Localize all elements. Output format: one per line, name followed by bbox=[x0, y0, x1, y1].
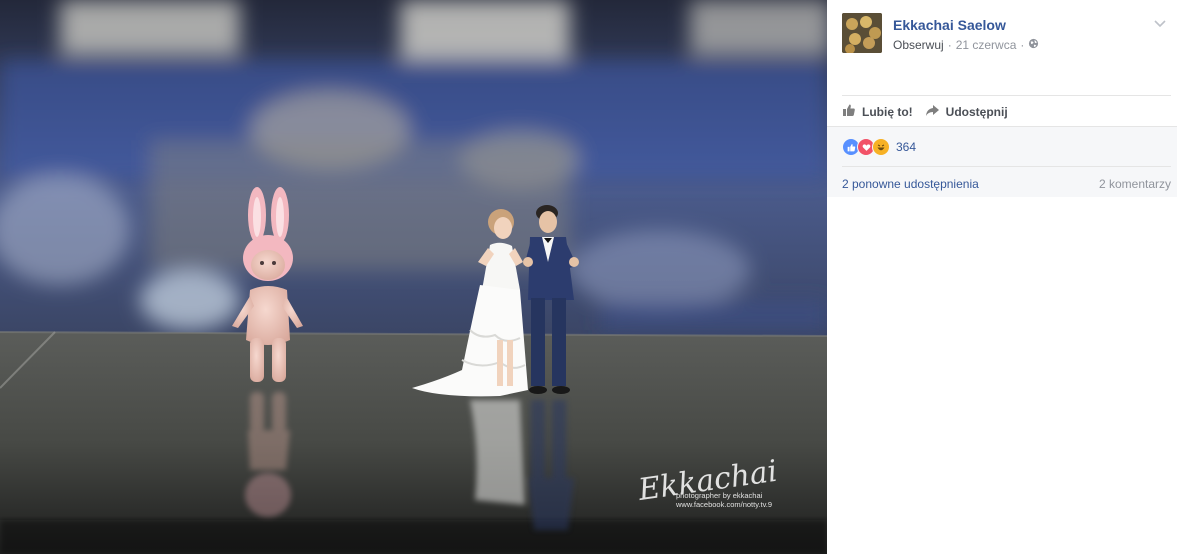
follow-link[interactable]: Obserwuj bbox=[893, 38, 944, 52]
comments-link[interactable]: 2 komentarzy bbox=[1099, 177, 1171, 191]
like-button[interactable]: Lubię to! bbox=[842, 103, 913, 120]
feedback-divider bbox=[842, 166, 1171, 167]
svg-text:photographer by ekkachai: photographer by ekkachai bbox=[676, 491, 763, 500]
thumbs-up-icon bbox=[842, 103, 856, 120]
post-photo[interactable]: Ekkachai photographer by ekkachai www.fa… bbox=[0, 0, 827, 554]
post-side-panel: Ekkachai Saelow Obserwuj · 21 czerwca · … bbox=[827, 0, 1177, 554]
meta-separator: · bbox=[1020, 38, 1025, 52]
post-meta: Obserwuj · 21 czerwca · bbox=[893, 38, 1039, 52]
globe-icon[interactable] bbox=[1028, 38, 1039, 52]
author-avatar[interactable] bbox=[842, 13, 882, 53]
share-label: Udostępnij bbox=[945, 104, 1008, 119]
like-label: Lubię to! bbox=[862, 104, 913, 119]
post-date-link[interactable]: 21 czerwca bbox=[956, 38, 1017, 52]
meta-separator: · bbox=[947, 38, 952, 52]
reactions-summary[interactable]: 364 bbox=[842, 138, 916, 156]
share-arrow-icon bbox=[925, 104, 940, 120]
share-button[interactable]: Udostępnij bbox=[925, 104, 1008, 120]
reaction-count[interactable]: 364 bbox=[896, 140, 916, 154]
chevron-down-icon[interactable] bbox=[1153, 16, 1167, 28]
author-name-link[interactable]: Ekkachai Saelow bbox=[893, 17, 1006, 33]
post-actions-bar: Lubię to! Udostępnij bbox=[842, 95, 1171, 127]
shares-link[interactable]: 2 ponowne udostępnienia bbox=[842, 177, 979, 191]
svg-text:www.facebook.com/notty.tv.9: www.facebook.com/notty.tv.9 bbox=[675, 500, 772, 509]
feedback-section: 364 2 ponowne udostępnienia 2 komentarzy bbox=[827, 126, 1177, 197]
haha-reaction-icon bbox=[872, 138, 890, 156]
